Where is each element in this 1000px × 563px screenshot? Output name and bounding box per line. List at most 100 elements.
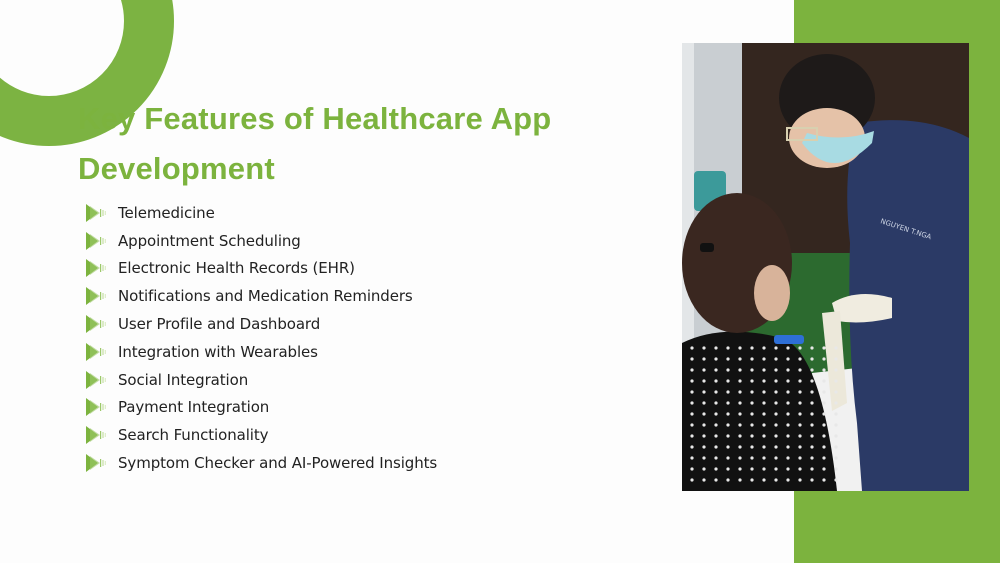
polka-dot bbox=[798, 445, 802, 449]
polka-dot bbox=[810, 434, 814, 438]
polka-dot bbox=[834, 434, 838, 438]
feature-label: Payment Integration bbox=[118, 398, 270, 417]
polka-dot bbox=[714, 390, 718, 394]
polka-dot bbox=[822, 368, 826, 372]
polka-dot bbox=[798, 379, 802, 383]
polka-dot bbox=[750, 346, 754, 350]
polka-dot bbox=[750, 467, 754, 471]
polka-dot bbox=[786, 412, 790, 416]
play-arrow-icon bbox=[86, 203, 108, 222]
polka-dot bbox=[834, 346, 838, 350]
polka-dot bbox=[774, 456, 778, 460]
polka-dot bbox=[726, 346, 730, 350]
polka-dot bbox=[714, 401, 718, 405]
feature-item: Electronic Health Records (EHR) bbox=[86, 255, 437, 283]
polka-dot bbox=[822, 346, 826, 350]
polka-dot bbox=[810, 478, 814, 482]
polka-dot bbox=[738, 346, 742, 350]
polka-dot bbox=[798, 434, 802, 438]
polka-dot bbox=[702, 467, 706, 471]
polka-dot bbox=[702, 379, 706, 383]
polka-dot bbox=[762, 467, 766, 471]
polka-dot bbox=[798, 401, 802, 405]
polka-dot bbox=[714, 456, 718, 460]
polka-dot bbox=[762, 423, 766, 427]
polka-dot bbox=[750, 456, 754, 460]
polka-dot bbox=[762, 412, 766, 416]
polka-dot bbox=[774, 423, 778, 427]
polka-dot bbox=[702, 412, 706, 416]
polka-dot bbox=[762, 478, 766, 482]
polka-dot bbox=[822, 456, 826, 460]
polka-dot bbox=[714, 346, 718, 350]
polka-dot bbox=[738, 368, 742, 372]
polka-dot bbox=[738, 445, 742, 449]
polka-dot bbox=[738, 434, 742, 438]
polka-dot bbox=[690, 467, 694, 471]
play-arrow-icon bbox=[86, 259, 108, 278]
polka-dot bbox=[834, 478, 838, 482]
feature-label: Notifications and Medication Reminders bbox=[118, 287, 413, 306]
polka-dot bbox=[738, 467, 742, 471]
polka-dot bbox=[690, 379, 694, 383]
polka-dot bbox=[834, 390, 838, 394]
polka-dot bbox=[762, 379, 766, 383]
feature-label: Symptom Checker and AI-Powered Insights bbox=[118, 454, 438, 473]
healthcare-photo: NGUYEN T.NGA bbox=[682, 43, 969, 491]
polka-dot bbox=[786, 390, 790, 394]
play-arrow-icon bbox=[86, 370, 108, 389]
polka-dot bbox=[750, 368, 754, 372]
polka-dot bbox=[702, 434, 706, 438]
feature-item: Notifications and Medication Reminders bbox=[86, 282, 437, 310]
feature-list: Telemedicine Appointment Scheduling Electr… bbox=[86, 199, 437, 477]
polka-dot bbox=[714, 434, 718, 438]
polka-dot bbox=[726, 478, 730, 482]
polka-dot bbox=[786, 379, 790, 383]
polka-dot bbox=[738, 379, 742, 383]
polka-dot bbox=[798, 456, 802, 460]
polka-dot bbox=[762, 357, 766, 361]
polka-dot bbox=[774, 357, 778, 361]
polka-dot bbox=[738, 456, 742, 460]
polka-dot bbox=[690, 478, 694, 482]
polka-dot bbox=[810, 346, 814, 350]
feature-label: Integration with Wearables bbox=[118, 342, 318, 361]
polka-dot bbox=[702, 346, 706, 350]
photo-wristband bbox=[774, 335, 804, 344]
feature-item: Payment Integration bbox=[86, 394, 437, 422]
polka-dot bbox=[834, 445, 838, 449]
play-arrow-icon bbox=[86, 426, 108, 445]
polka-dot bbox=[714, 445, 718, 449]
polka-dot bbox=[726, 445, 730, 449]
play-arrow-icon bbox=[86, 342, 108, 361]
polka-dot bbox=[702, 390, 706, 394]
polka-dot bbox=[810, 368, 814, 372]
feature-label: Search Functionality bbox=[118, 426, 269, 445]
polka-dot bbox=[834, 401, 838, 405]
polka-dot bbox=[702, 423, 706, 427]
polka-dot bbox=[738, 423, 742, 427]
polka-dot bbox=[822, 434, 826, 438]
polka-dot bbox=[822, 423, 826, 427]
polka-dot bbox=[738, 478, 742, 482]
polka-dot bbox=[810, 357, 814, 361]
polka-dot bbox=[810, 412, 814, 416]
play-arrow-icon bbox=[86, 287, 108, 306]
polka-dot bbox=[798, 467, 802, 471]
polka-dot bbox=[714, 357, 718, 361]
polka-dot bbox=[834, 423, 838, 427]
polka-dot bbox=[786, 434, 790, 438]
polka-dot bbox=[702, 357, 706, 361]
polka-dot bbox=[774, 445, 778, 449]
polka-dot bbox=[810, 456, 814, 460]
polka-dot bbox=[690, 401, 694, 405]
feature-label: Social Integration bbox=[118, 370, 249, 389]
polka-dot bbox=[714, 379, 718, 383]
polka-dot bbox=[690, 445, 694, 449]
polka-dot bbox=[834, 467, 838, 471]
polka-dot bbox=[822, 390, 826, 394]
play-arrow-icon bbox=[86, 398, 108, 417]
polka-dot bbox=[834, 357, 838, 361]
polka-dot bbox=[738, 401, 742, 405]
polka-dot bbox=[690, 357, 694, 361]
